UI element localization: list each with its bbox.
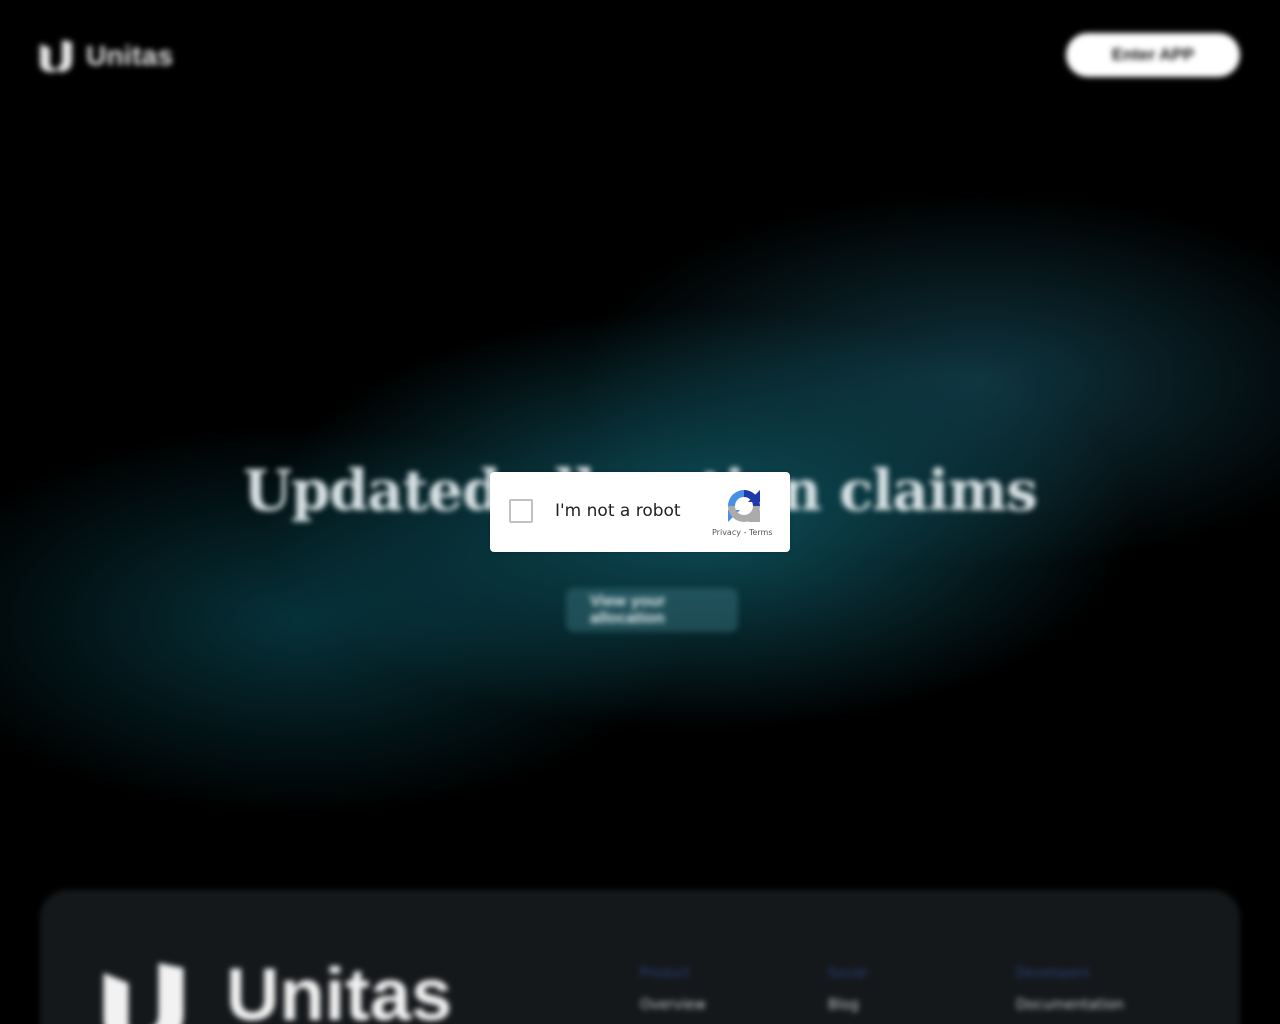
footer-column-product: Product Overview <box>640 966 706 1013</box>
page: Unitas Enter APP Updated allocation clai… <box>0 0 1280 1024</box>
header-logo[interactable]: Unitas <box>38 38 173 74</box>
footer-column-heading: Social <box>828 966 867 981</box>
recaptcha-terms-link[interactable]: Terms <box>749 528 773 537</box>
footer-link-overview[interactable]: Overview <box>640 997 706 1013</box>
view-allocation-label: View your allocation <box>590 593 666 627</box>
recaptcha-checkbox[interactable] <box>509 499 533 523</box>
logo-text: Unitas <box>86 40 174 71</box>
unitas-logo-icon <box>103 963 184 1024</box>
unitas-logo-icon <box>40 40 72 72</box>
recaptcha-widget: I'm not a robot Privacy - Terms <box>490 472 790 552</box>
footer-logo: Unitas <box>98 958 452 1024</box>
view-allocation-button[interactable]: View your allocation <box>566 588 738 632</box>
footer-link-documentation[interactable]: Documentation <box>1016 997 1124 1013</box>
footer: Unitas Product Overview Social Blog Deve… <box>40 890 1240 1024</box>
recaptcha-link-separator: - <box>743 528 747 537</box>
enter-app-button[interactable]: Enter APP <box>1066 33 1240 77</box>
footer-logo-text: Unitas <box>226 953 453 1024</box>
recaptcha-privacy-link[interactable]: Privacy <box>712 528 741 537</box>
footer-column-heading: Product <box>640 966 690 981</box>
recaptcha-links: Privacy - Terms <box>712 528 782 537</box>
footer-column-heading: Developers <box>1016 966 1090 981</box>
recaptcha-logo-icon <box>728 490 760 522</box>
footer-column-social: Social Blog <box>828 966 867 1013</box>
footer-link-blog[interactable]: Blog <box>828 997 867 1013</box>
footer-column-developers: Developers Documentation <box>1016 966 1124 1013</box>
recaptcha-label: I'm not a robot <box>555 501 681 521</box>
